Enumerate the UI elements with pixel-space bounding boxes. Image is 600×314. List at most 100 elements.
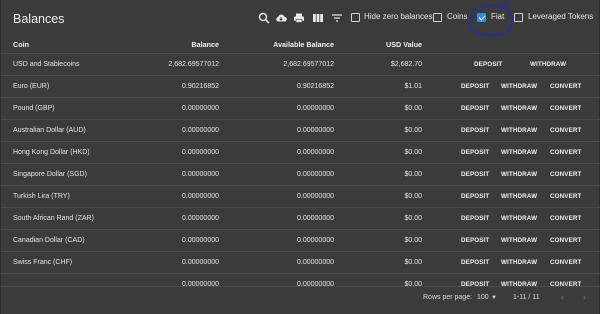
table-row: South African Rand (ZAR) 0.00000000 0.0000… — [1, 207, 600, 229]
table-row: Canadian Dollar (CAD) 0.00000000 0.0000000… — [1, 229, 600, 251]
balance-value: 2,682.69577012 — [168, 61, 219, 68]
leveraged-tokens-label: Leveraged Tokens — [528, 12, 594, 21]
convert-button[interactable]: CONVERT — [550, 83, 582, 90]
deposit-button[interactable]: DEPOSIT — [461, 215, 489, 222]
pagination: Rows per page: 100 ▼ 1-11 / 11 ‹ › — [1, 291, 600, 307]
page-title: Balances — [13, 12, 65, 26]
table-body: USD and Stablecoins 2,682.69577012 2,682.6… — [1, 53, 600, 295]
withdraw-button[interactable]: WITHDRAW — [501, 215, 537, 222]
available-balance-value: 0.00000000 — [297, 259, 334, 266]
coins-checkbox[interactable] — [433, 13, 442, 22]
hide-zero-balances-label: Hide zero balances — [364, 12, 433, 21]
balance-value: 0.00000000 — [182, 259, 219, 266]
convert-button[interactable]: CONVERT — [550, 171, 582, 178]
fiat-label: Fiat — [491, 12, 505, 21]
page-range: 1-11 / 11 — [513, 294, 540, 301]
usd-value: $1.01 — [404, 83, 422, 90]
available-balance-value: 0.00000000 — [297, 215, 334, 222]
next-page-icon[interactable]: › — [583, 292, 586, 302]
usd-value: $2,682.70 — [390, 61, 422, 68]
balance-value: 0.90216852 — [182, 83, 219, 90]
search-icon[interactable] — [258, 12, 270, 24]
table-row: Swiss Franc (CHF) 0.00000000 0.00000000 $0.… — [1, 251, 600, 273]
convert-button[interactable]: CONVERT — [550, 149, 582, 156]
balance-value: 0.00000000 — [182, 105, 219, 112]
coin-name: Australian Dollar (AUD) — [13, 127, 86, 134]
balance-value: 0.00000000 — [182, 237, 219, 244]
withdraw-button[interactable]: WITHDRAW — [501, 237, 537, 244]
usd-value: $0.00 — [404, 193, 422, 200]
header-balance: Balance — [191, 40, 219, 49]
deposit-button[interactable]: DEPOSIT — [461, 171, 489, 178]
available-balance-value: 0.00000000 — [297, 105, 334, 112]
coin-name: Swiss Franc (CHF) — [13, 259, 73, 266]
header-available-balance: Available Balance — [273, 40, 334, 49]
leveraged-tokens-checkbox[interactable] — [514, 13, 523, 22]
filter-icon[interactable] — [331, 12, 343, 24]
header-usd-value: USD Value — [386, 40, 422, 49]
cloud-download-icon[interactable] — [275, 12, 287, 24]
withdraw-button[interactable]: WITHDRAW — [501, 127, 537, 134]
deposit-button[interactable]: DEPOSIT — [461, 127, 489, 134]
footer-divider — [1, 286, 600, 287]
coins-label: Coins — [447, 12, 468, 21]
withdraw-button[interactable]: WITHDRAW — [501, 83, 537, 90]
coin-name: Singapore Dollar (SGD) — [13, 171, 87, 178]
convert-button[interactable]: CONVERT — [550, 105, 582, 112]
withdraw-button[interactable]: WITHDRAW — [501, 171, 537, 178]
coin-name: USD and Stablecoins — [13, 61, 80, 68]
usd-value: $0.00 — [404, 127, 422, 134]
convert-button[interactable]: CONVERT — [550, 193, 582, 200]
deposit-button[interactable]: DEPOSIT — [461, 259, 489, 266]
toolbar: Balances Hide zero balances Coins Fiat L… — [1, 0, 600, 36]
withdraw-button[interactable]: WITHDRAW — [501, 259, 537, 266]
deposit-button[interactable]: DEPOSIT — [461, 193, 489, 200]
available-balance-value: 0.00000000 — [297, 127, 334, 134]
fiat-checkbox[interactable] — [477, 13, 486, 22]
deposit-button[interactable]: DEPOSIT — [461, 83, 489, 90]
rows-per-page-select[interactable]: 100 — [477, 294, 489, 301]
header-coin: Coin — [13, 40, 29, 49]
coin-name: Turkish Lira (TRY) — [13, 193, 70, 200]
usd-value: $0.00 — [404, 259, 422, 266]
coin-name: Hong Kong Dollar (HKD) — [13, 149, 90, 156]
convert-button[interactable]: CONVERT — [550, 259, 582, 266]
table-row: Pound (GBP) 0.00000000 0.00000000 $0.00 DEPO… — [1, 97, 600, 119]
withdraw-button[interactable]: WITHDRAW — [530, 61, 566, 68]
available-balance-value: 0.00000000 — [297, 149, 334, 156]
previous-page-icon[interactable]: ‹ — [561, 292, 564, 302]
view-columns-icon[interactable] — [312, 12, 324, 24]
usd-value: $0.00 — [404, 171, 422, 178]
available-balance-value: 2,682.69577012 — [283, 61, 334, 68]
available-balance-value: 0.90216852 — [297, 83, 334, 90]
rows-per-page-label: Rows per page: — [423, 294, 473, 301]
withdraw-button[interactable]: WITHDRAW — [501, 149, 537, 156]
chevron-down-icon[interactable]: ▼ — [491, 295, 497, 301]
table-row: Euro (EUR) 0.90216852 0.90216852 $1.01 DEPOS… — [1, 75, 600, 97]
usd-value: $0.00 — [404, 237, 422, 244]
withdraw-button[interactable]: WITHDRAW — [501, 193, 537, 200]
deposit-button[interactable]: DEPOSIT — [461, 149, 489, 156]
usd-value: $0.00 — [404, 215, 422, 222]
table-row: Australian Dollar (AUD) 0.00000000 0.00000… — [1, 119, 600, 141]
deposit-button[interactable]: DEPOSIT — [461, 105, 489, 112]
available-balance-value: 0.00000000 — [297, 193, 334, 200]
hide-zero-balances-checkbox[interactable] — [351, 13, 360, 22]
available-balance-value: 0.00000000 — [297, 237, 334, 244]
balance-value: 0.00000000 — [182, 171, 219, 178]
withdraw-button[interactable]: WITHDRAW — [501, 105, 537, 112]
balance-value: 0.00000000 — [182, 127, 219, 134]
deposit-button[interactable]: DEPOSIT — [474, 61, 502, 68]
deposit-button[interactable]: DEPOSIT — [461, 237, 489, 244]
balance-value: 0.00000000 — [182, 193, 219, 200]
coin-name: South African Rand (ZAR) — [13, 215, 94, 222]
convert-button[interactable]: CONVERT — [550, 237, 582, 244]
balance-value: 0.00000000 — [182, 215, 219, 222]
table-header: Coin Balance Available Balance USD Value — [1, 36, 600, 52]
print-icon[interactable] — [293, 12, 305, 24]
convert-button[interactable]: CONVERT — [550, 127, 582, 134]
usd-value: $0.00 — [404, 105, 422, 112]
convert-button[interactable]: CONVERT — [550, 215, 582, 222]
coin-name: Canadian Dollar (CAD) — [13, 237, 85, 244]
coin-name: Euro (EUR) — [13, 83, 50, 90]
